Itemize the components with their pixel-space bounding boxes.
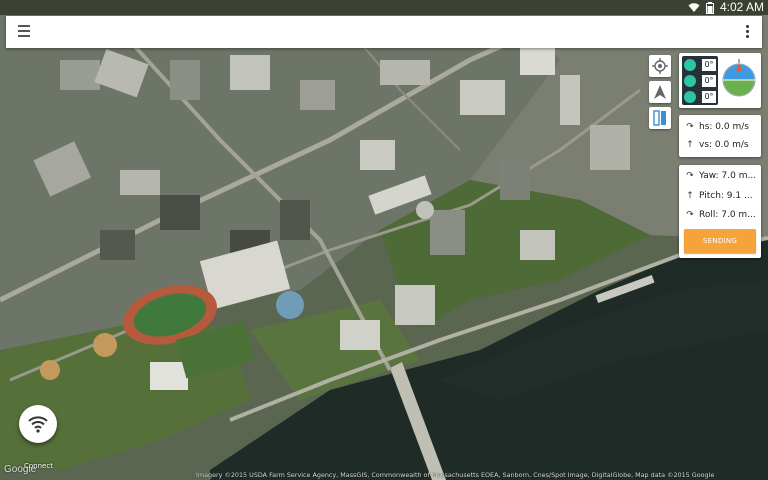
orientation-panel: ↷ Yaw: 7.0 m... ↑ Pitch: 9.1 ... ↷ Roll: 7.… — [679, 165, 761, 258]
pitch-icon: ↑ — [686, 191, 694, 201]
navigation-button[interactable] — [649, 81, 671, 103]
split-view-icon — [653, 110, 666, 126]
battery-icon — [706, 2, 714, 14]
my-location-button[interactable] — [649, 55, 671, 77]
roll-icon: ↷ — [686, 210, 694, 220]
connect-button[interactable] — [19, 405, 57, 443]
attitude-row-roll: 0° — [684, 90, 716, 104]
crosshair-icon — [652, 58, 668, 74]
attitude-yaw-value: 0° — [702, 59, 716, 71]
speed-panel: ↷ hs: 0.0 m/s ↑ vs: 0.0 m/s — [679, 115, 761, 157]
pitch-indicator-icon — [684, 75, 696, 87]
split-view-button[interactable] — [649, 107, 671, 129]
attitude-pitch-value: 0° — [702, 75, 716, 87]
vertical-speed-icon: ↑ — [686, 140, 694, 150]
yaw-indicator-icon — [684, 59, 696, 71]
app-root: 4:02 AM 0° 0° 0° ↷ hs: 0.0 m/s ↑ vs: 0.0… — [0, 0, 768, 480]
app-toolbar — [6, 16, 762, 48]
horizontal-speed-icon: ↷ — [686, 122, 694, 132]
google-logo: Google — [4, 464, 37, 475]
roll-value: Roll: 7.0 m... — [699, 210, 756, 220]
compass-icon — [722, 59, 756, 97]
yaw-icon: ↷ — [686, 171, 694, 181]
yaw-row: ↷ Yaw: 7.0 m... — [685, 168, 759, 184]
vertical-speed-row: ↑ vs: 0.0 m/s — [685, 137, 749, 153]
menu-icon[interactable] — [18, 25, 32, 39]
more-vert-icon[interactable] — [746, 25, 750, 39]
vertical-speed-value: vs: 0.0 m/s — [699, 140, 749, 150]
attitude-panel: 0° 0° 0° — [679, 53, 761, 108]
sending-button[interactable]: SENDING — [684, 229, 756, 253]
navigation-arrow-icon — [654, 85, 666, 99]
roll-indicator-icon — [684, 91, 696, 103]
wifi-icon — [28, 416, 48, 433]
attitude-readouts: 0° 0° 0° — [682, 56, 718, 105]
yaw-value: Yaw: 7.0 m... — [699, 171, 757, 181]
attitude-row-pitch: 0° — [684, 74, 716, 88]
attitude-roll-value: 0° — [702, 91, 716, 103]
wifi-icon — [688, 3, 700, 12]
horizontal-speed-row: ↷ hs: 0.0 m/s — [685, 119, 749, 135]
status-clock: 4:02 AM — [719, 0, 764, 14]
map-attribution: Imagery ©2015 USDA Farm Service Agency, … — [196, 471, 715, 479]
pitch-row: ↑ Pitch: 9.1 ... — [685, 188, 759, 204]
attitude-row-yaw: 0° — [684, 58, 716, 72]
pitch-value: Pitch: 9.1 ... — [699, 191, 753, 201]
horizontal-speed-value: hs: 0.0 m/s — [699, 122, 749, 132]
roll-row: ↷ Roll: 7.0 m... — [685, 207, 759, 223]
status-bar: 4:02 AM — [0, 0, 768, 15]
